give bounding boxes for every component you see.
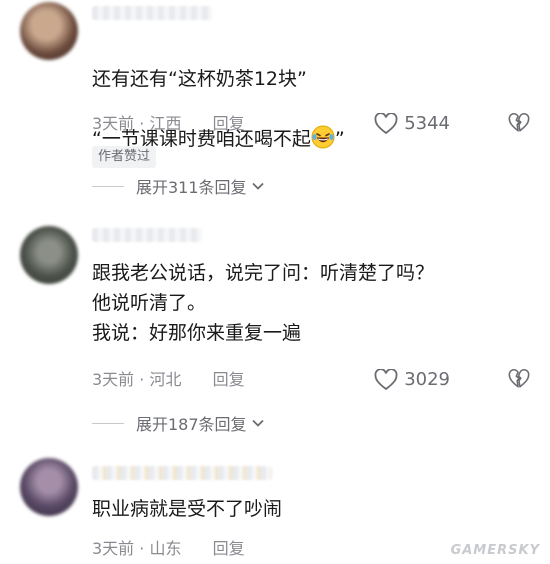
broken-heart-icon (508, 112, 530, 132)
heart-outline-icon (374, 369, 398, 391)
divider-line (92, 422, 124, 424)
reply-button[interactable]: 回复 (213, 370, 245, 389)
comment-text: 跟我老公说话，说完了问：听清楚了吗？ 他说听清了。 我说：好那你来重复一遍 (92, 262, 435, 344)
username-blurred[interactable] (92, 6, 212, 20)
comment-text: 职业病就是受不了吵闹 (92, 498, 283, 520)
comment-meta: 3天前 · 江西 回复 5344 (92, 110, 530, 138)
reply-button[interactable]: 回复 (213, 114, 245, 133)
expand-replies-label: 展开187条回复 (136, 415, 247, 434)
author-liked-badge: 作者赞过 (92, 146, 157, 168)
heart-outline-icon (374, 113, 398, 135)
expand-replies-label: 展开311条回复 (136, 178, 247, 197)
chevron-down-icon (251, 182, 264, 190)
avatar[interactable] (20, 226, 78, 284)
comment-text-line-1: 还有还有“这杯奶茶12块” (92, 68, 307, 90)
expand-replies-button[interactable]: 展开311条回复 (92, 174, 265, 198)
divider-line (92, 185, 124, 187)
like-button[interactable]: 3029 (374, 366, 450, 394)
expand-replies-button[interactable]: 展开187条回复 (92, 411, 265, 435)
like-count: 3029 (404, 369, 450, 390)
comment-time: 3天前 (92, 539, 135, 558)
comment-location: 山东 (149, 539, 182, 558)
avatar[interactable] (20, 2, 78, 60)
like-count: 5344 (404, 113, 450, 134)
username-blurred[interactable] (92, 466, 272, 480)
chevron-down-icon (251, 419, 264, 427)
like-button[interactable]: 5344 (374, 110, 450, 138)
comment-location: 河北 (149, 370, 182, 389)
dislike-button[interactable] (508, 112, 530, 143)
comment-location: 江西 (149, 114, 182, 133)
comment-meta: 3天前 · 河北 回复 3029 (92, 366, 530, 394)
watermark: GAMERSKY (450, 543, 540, 558)
username-blurred[interactable] (92, 228, 202, 242)
comment-time: 3天前 (92, 114, 135, 133)
reply-button[interactable]: 回复 (213, 539, 245, 558)
dislike-button[interactable] (508, 368, 530, 399)
comment-time: 3天前 (92, 370, 135, 389)
broken-heart-icon (508, 368, 530, 388)
comment-text: 还有还有“这杯奶茶12块” “一节课课时费咱还喝不起” (92, 34, 530, 184)
avatar[interactable] (20, 458, 78, 516)
